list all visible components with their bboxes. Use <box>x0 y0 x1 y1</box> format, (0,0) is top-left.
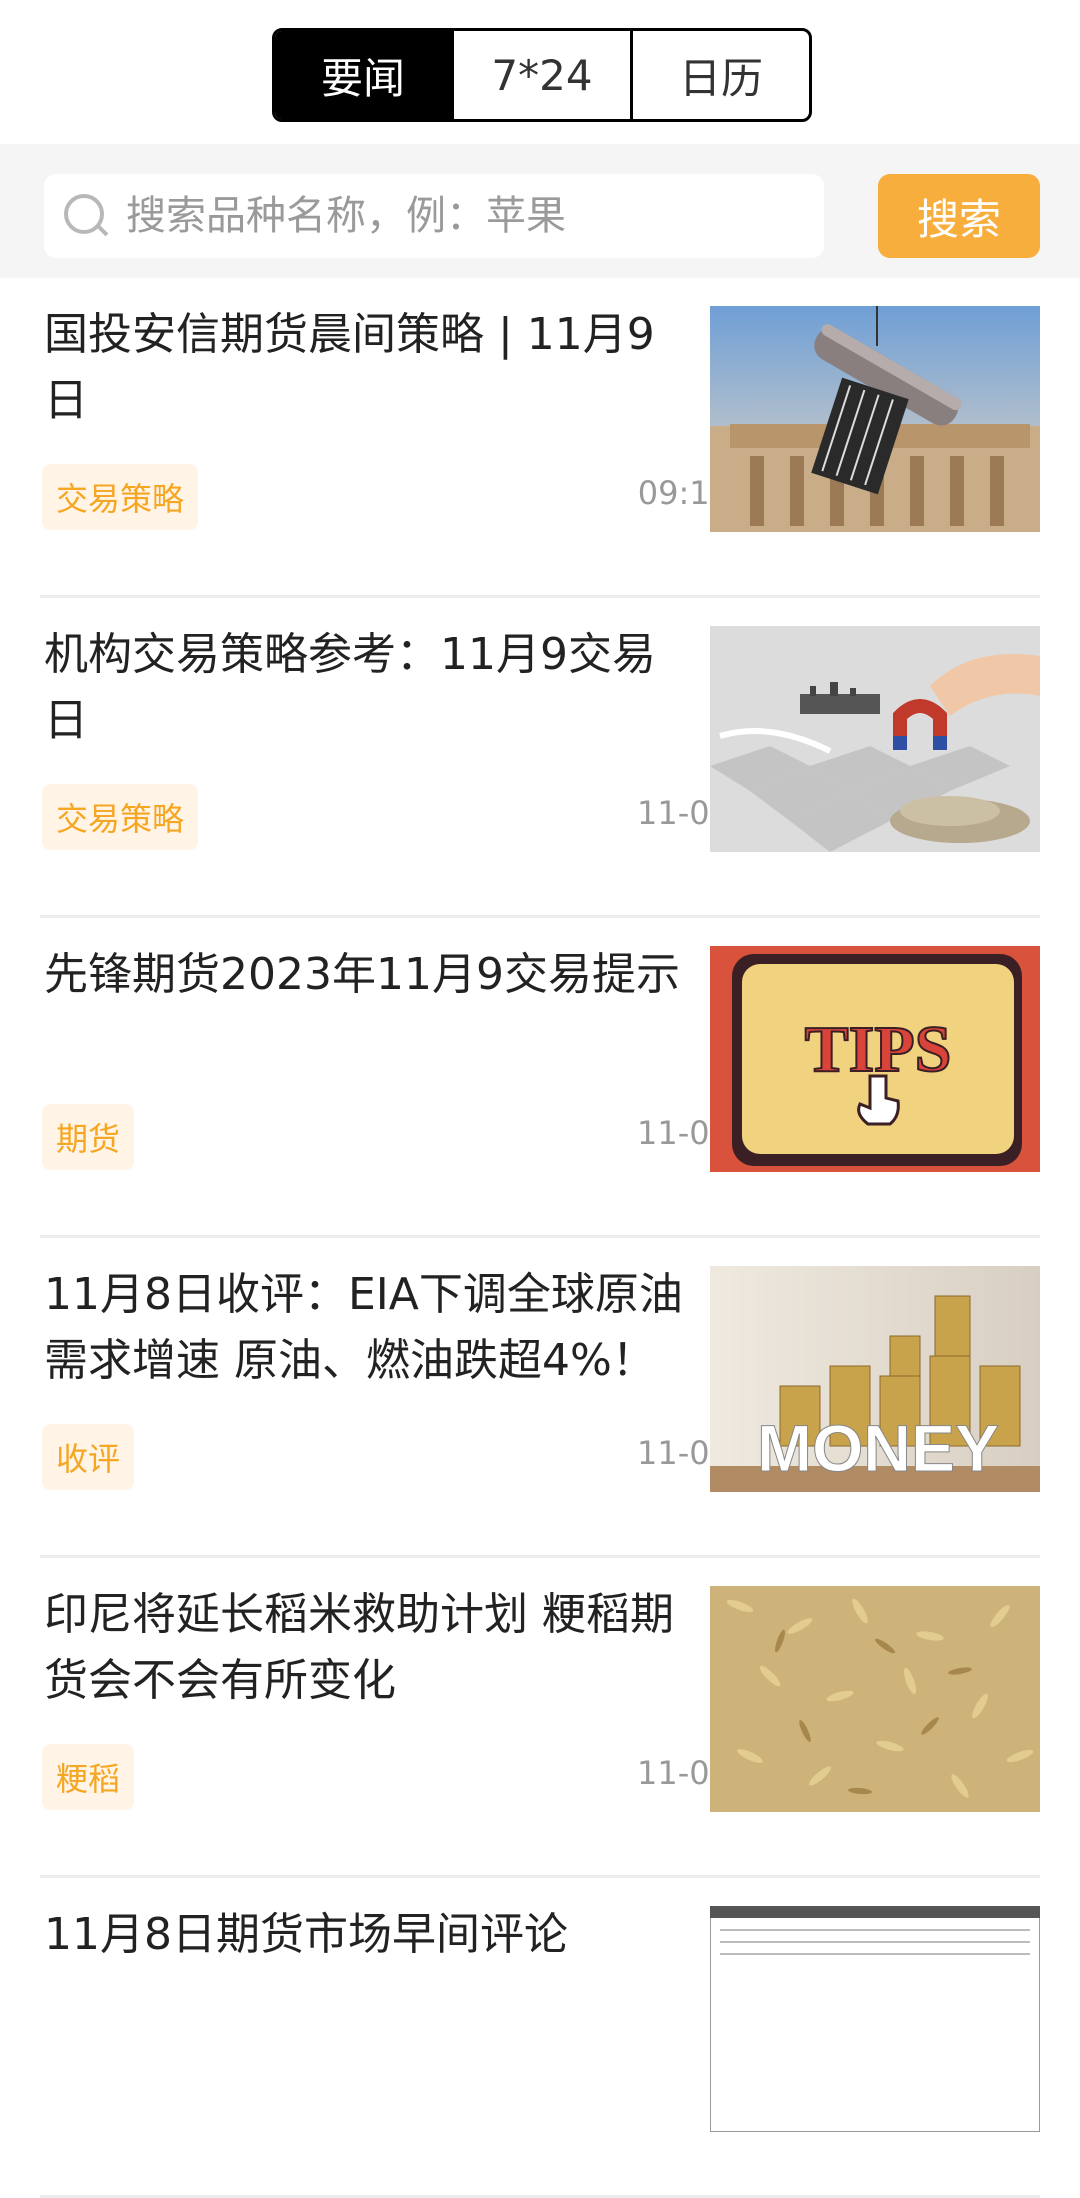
news-tag: 交易策略 <box>42 464 199 530</box>
search-bar: 搜索 <box>0 144 1080 278</box>
news-item[interactable]: 国投安信期货晨间策略 | 11月9日 交易策略 09:11 <box>40 278 1040 598</box>
news-tag: 收评 <box>42 1424 135 1490</box>
search-box[interactable] <box>44 174 824 258</box>
document-image <box>710 1906 1040 2132</box>
news-title: 11月8日期货市场早间评论 <box>44 1909 568 1960</box>
news-tag: 期货 <box>42 1104 135 1170</box>
bank-abacus-image <box>710 306 1040 532</box>
news-item[interactable]: 机构交易策略参考：11月9交易日 交易策略 11-08 <box>40 598 1040 918</box>
news-item[interactable]: 先锋期货2023年11月9交易提示 期货 11-08 TIPS <box>40 918 1040 1238</box>
news-tag: 粳稻 <box>42 1744 135 1810</box>
rice-grain-image <box>710 1586 1040 1812</box>
tab-headlines[interactable]: 要闻 <box>275 31 451 119</box>
money-text: MONEY <box>757 1411 999 1485</box>
news-title: 国投安信期货晨间策略 | 11月9日 <box>44 309 655 426</box>
news-title: 11月8日收评：EIA下调全球原油需求增速 原油、燃油跌超4%！ <box>44 1269 683 1386</box>
news-item[interactable]: 印尼将延长稻米救助计划 粳稻期货会不会有所变化 粳稻 11-08 <box>40 1558 1040 1878</box>
news-list: 国投安信期货晨间策略 | 11月9日 交易策略 09:11 机构交易策略参考：1… <box>0 278 1080 2198</box>
news-item[interactable]: 11月8日收评：EIA下调全球原油需求增速 原油、燃油跌超4%！ 收评 11-0… <box>40 1238 1040 1558</box>
money-coins-image: MONEY <box>710 1266 1040 1492</box>
tab-calendar[interactable]: 日历 <box>630 31 809 119</box>
tab-7x24[interactable]: 7*24 <box>451 31 630 119</box>
magnet-coins-image <box>710 626 1040 852</box>
search-button[interactable]: 搜索 <box>878 174 1040 258</box>
news-title: 机构交易策略参考：11月9交易日 <box>44 629 656 746</box>
search-icon <box>62 192 110 240</box>
news-tag: 交易策略 <box>42 784 199 850</box>
news-title: 先锋期货2023年11月9交易提示 <box>44 949 680 1000</box>
search-input[interactable] <box>124 192 808 240</box>
news-tab-bar: 要闻 7*24 日历 <box>272 28 812 122</box>
tips-sign-image: TIPS <box>710 946 1040 1172</box>
news-title: 印尼将延长稻米救助计划 粳稻期货会不会有所变化 <box>44 1589 674 1706</box>
news-item[interactable]: 11月8日期货市场早间评论 <box>40 1878 1040 2198</box>
